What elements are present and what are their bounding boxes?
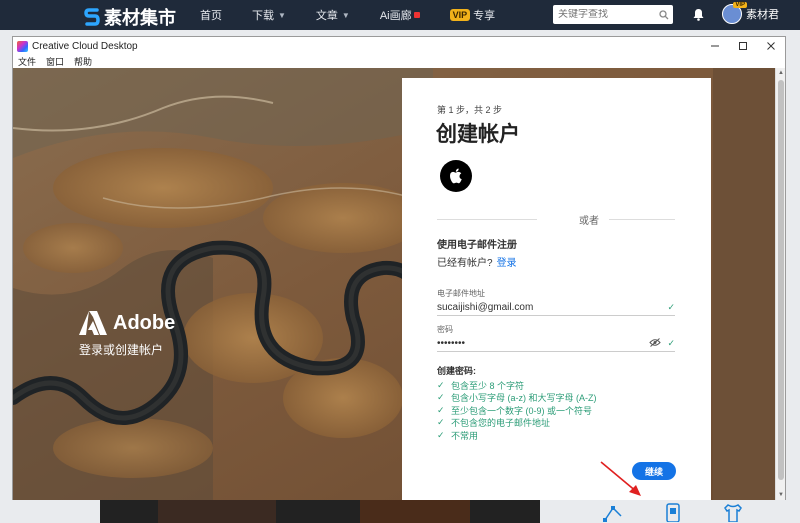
divider-line: [437, 219, 537, 220]
background-tool-icons: [600, 502, 780, 523]
window-controls: [701, 37, 785, 55]
background-thumbnail: [360, 500, 470, 523]
password-rule: ✓ 包含小写字母 (a-z) 和大写字母 (A-Z): [437, 392, 597, 405]
nav-vip[interactable]: VIP 专享: [449, 7, 496, 23]
have-account-label: 已经有帐户?: [437, 258, 493, 269]
vector-tool-icon: [600, 502, 626, 522]
logo-text: 素材集市: [104, 8, 176, 28]
email-value: sucaijishi@gmail.com: [437, 302, 534, 313]
avatar-vip-badge: VIP: [733, 2, 747, 8]
create-account-card: 第 1 步，共 2 步 创建帐户 或者 使用电子邮件注册 已经有帐户? 登录 电子…: [402, 78, 711, 500]
check-icon: ✓: [667, 338, 675, 348]
minimize-button[interactable]: [701, 37, 729, 55]
adobe-logo-icon: [79, 311, 107, 335]
email-field[interactable]: sucaijishi@gmail.com ✓: [437, 300, 675, 316]
bell-icon[interactable]: [693, 8, 704, 24]
logo-s-icon: [84, 7, 100, 27]
password-rule: ✓ 至少包含一个数字 (0-9) 或一个符号: [437, 404, 597, 417]
window-content: Adobe 登录或创建帐户 第 1 步，共 2 步 创建帐户 或者 使用电子邮件…: [13, 68, 785, 500]
scrollbar-thumb[interactable]: [778, 80, 784, 480]
site-nav-bar: 素材集市 首页 下载▼ 文章▼ Ai画廊 VIP专享 VIP 素材君: [0, 0, 800, 30]
nav-vip-label: 专享: [473, 10, 496, 22]
adobe-brand: Adobe: [79, 311, 175, 335]
creative-cloud-icon: [17, 40, 28, 52]
check-icon: ✓: [437, 404, 445, 415]
check-icon: ✓: [667, 302, 675, 312]
site-logo[interactable]: 素材集市: [84, 4, 176, 30]
creative-cloud-window: Creative Cloud Desktop 文件 窗口 帮助 Adobe 登录…: [12, 36, 786, 500]
email-label: 电子邮件地址: [437, 289, 485, 298]
site-search-input[interactable]: [558, 9, 656, 20]
username: 素材君: [746, 9, 779, 21]
email-signup-heading: 使用电子邮件注册: [437, 240, 517, 251]
page-title: 创建帐户: [436, 123, 520, 146]
device-icon: [660, 502, 686, 523]
site-nav-links: 首页 下载 ▼ 文章 ▼ Ai画廊 VIP 专享: [200, 0, 525, 30]
check-icon: ✓: [437, 392, 445, 403]
have-account-text: 已经有帐户? 登录: [437, 254, 517, 269]
password-rules-list: ✓ 包含至少 8 个字符 ✓ 包含小写字母 (a-z) 和大写字母 (A-Z) ✓ 至…: [437, 379, 597, 442]
password-rule: ✓ 不常用: [437, 429, 597, 442]
hide-password-icon[interactable]: [649, 338, 661, 350]
or-divider: 或者: [437, 212, 675, 227]
password-rules-title: 创建密码:: [437, 366, 476, 376]
password-field[interactable]: •••••••• ✓: [437, 336, 675, 352]
apple-signin-button[interactable]: [440, 160, 472, 192]
new-dot-icon: [413, 12, 420, 18]
nav-download-label: 下载: [252, 10, 274, 22]
rule-text: 不包含您的电子邮件地址: [451, 418, 551, 429]
background-thumbnail: [158, 500, 276, 523]
window-title: Creative Cloud Desktop: [32, 40, 138, 52]
chevron-down-icon: ▼: [341, 10, 350, 20]
check-icon: ✓: [437, 379, 445, 390]
scroll-up-icon[interactable]: ▲: [778, 70, 784, 76]
login-link[interactable]: 登录: [497, 258, 517, 269]
annotation-arrow-icon: [600, 461, 641, 496]
rule-text: 包含至少 8 个字符: [451, 380, 525, 391]
nav-ai-gallery-label: Ai画廊: [379, 10, 412, 22]
menu-window[interactable]: 窗口: [46, 55, 64, 68]
nav-home-label: 首页: [200, 10, 222, 22]
site-search-box: [553, 5, 673, 24]
menu-file[interactable]: 文件: [18, 55, 36, 68]
or-text: 或者: [579, 216, 599, 227]
nav-articles[interactable]: 文章 ▼: [316, 7, 350, 23]
password-label: 密码: [437, 325, 453, 334]
password-value: ••••••••: [437, 338, 466, 349]
apple-icon: [450, 168, 462, 184]
nav-articles-label: 文章: [315, 10, 338, 22]
nav-download[interactable]: 下载 ▼: [252, 7, 286, 23]
rule-text: 至少包含一个数字 (0-9) 或一个符号: [451, 405, 593, 416]
nav-home[interactable]: 首页: [200, 7, 222, 23]
tshirt-icon: [720, 502, 746, 523]
chevron-down-icon: ▼: [278, 10, 286, 20]
rule-text: 不常用: [451, 430, 479, 441]
password-rule: ✓ 不包含您的电子邮件地址: [437, 417, 597, 430]
window-scrollbar[interactable]: ▲ ▼: [775, 68, 785, 500]
close-button[interactable]: [757, 37, 785, 55]
maximize-button[interactable]: [729, 37, 757, 55]
vip-badge: VIP: [449, 9, 471, 21]
password-rule: ✓ 包含至少 8 个字符: [437, 379, 597, 392]
rule-text: 包含小写字母 (a-z) 和大写字母 (A-Z): [451, 393, 597, 404]
brand-tagline: 登录或创建帐户: [79, 343, 164, 357]
divider-line: [609, 219, 675, 220]
nav-ai-gallery[interactable]: Ai画廊: [380, 7, 420, 23]
adobe-brand-name: Adobe: [113, 311, 176, 334]
search-icon[interactable]: [659, 9, 669, 23]
check-icon: ✓: [437, 417, 445, 428]
scroll-down-icon[interactable]: ▼: [778, 492, 784, 498]
user-menu[interactable]: VIP 素材君: [722, 2, 779, 24]
window-titlebar[interactable]: Creative Cloud Desktop: [13, 37, 785, 55]
check-icon: ✓: [437, 429, 445, 440]
menu-help[interactable]: 帮助: [74, 55, 92, 68]
avatar: VIP: [722, 2, 747, 24]
window-menubar: 文件 窗口 帮助: [13, 55, 785, 68]
step-indicator: 第 1 步，共 2 步: [437, 105, 503, 115]
